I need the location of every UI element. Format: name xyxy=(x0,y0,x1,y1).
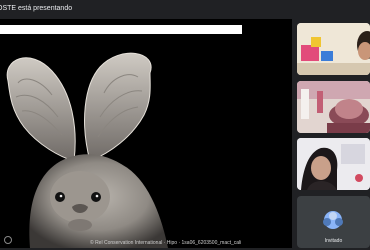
participant-tile-3[interactable] xyxy=(297,138,370,190)
presenter-banner: OSTE está presentando xyxy=(0,0,370,18)
presenter-text: OSTE está presentando xyxy=(0,5,73,12)
participant-name: Invitado xyxy=(324,238,343,244)
participant-avatar-icon xyxy=(323,211,343,229)
participant-tile-1[interactable] xyxy=(297,23,370,75)
participant-video-3 xyxy=(297,138,370,190)
participant-tile-4[interactable]: Invitado xyxy=(297,196,370,248)
slide-title-bar xyxy=(0,25,242,34)
corner-indicator-icon xyxy=(4,236,12,244)
bat-photo xyxy=(6,52,168,248)
participant-tile-2[interactable] xyxy=(297,81,370,133)
participant-video-1 xyxy=(297,23,370,75)
participant-video-2 xyxy=(297,81,370,133)
presentation-stage[interactable]: © Rel Conservation International · Hipo … xyxy=(0,19,292,248)
photo-credit: © Rel Conservation International · Hipo … xyxy=(90,240,242,246)
